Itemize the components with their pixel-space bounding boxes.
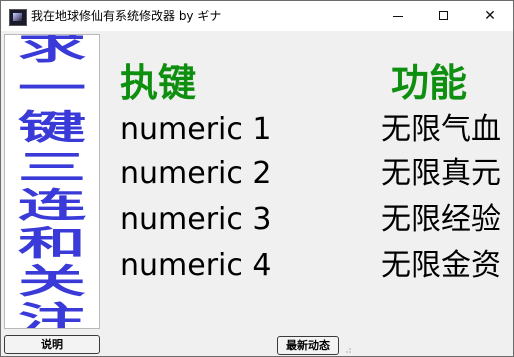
window-title: 我在地球修仙有系统修改器 by ギナ xyxy=(31,9,222,23)
hotkey-cell: numeric 4 xyxy=(120,248,272,283)
app-window: 我在地球修仙有系统修改器 by ギナ ✕ 求 一 键 三 连 和 关 注 执键 … xyxy=(0,0,514,357)
header-hotkey: 执键 xyxy=(120,61,197,105)
banner-char: 连 xyxy=(17,185,87,226)
app-icon xyxy=(9,9,27,26)
news-button[interactable]: 最新动态 xyxy=(277,336,339,355)
maximize-icon xyxy=(439,11,448,20)
function-cell: 无限经验 xyxy=(381,202,501,237)
maximize-button[interactable] xyxy=(421,1,467,31)
banner-char: 求 xyxy=(17,34,87,68)
minimize-button[interactable] xyxy=(375,1,421,31)
banner-char: 一 xyxy=(17,68,87,109)
resize-grip-icon[interactable] xyxy=(343,348,353,354)
banner-char: 注 xyxy=(17,299,87,329)
banner-char: 键 xyxy=(17,107,87,148)
banner-char: 三 xyxy=(17,147,87,188)
function-cell: 无限真元 xyxy=(381,156,501,191)
minimize-icon xyxy=(393,16,403,17)
close-button[interactable]: ✕ xyxy=(467,1,513,31)
banner-char: 关 xyxy=(17,261,87,302)
function-cell: 无限金资 xyxy=(381,248,501,283)
title-bar[interactable]: 我在地球修仙有系统修改器 by ギナ ✕ xyxy=(1,1,513,31)
header-function: 功能 xyxy=(391,61,468,105)
hotkey-cell: numeric 3 xyxy=(120,202,272,237)
promo-banner: 求 一 键 三 连 和 关 注 xyxy=(4,34,100,329)
hotkey-cell: numeric 2 xyxy=(120,156,272,191)
banner-char: 和 xyxy=(17,223,87,264)
close-icon: ✕ xyxy=(484,8,496,24)
help-button[interactable]: 说明 xyxy=(4,335,100,354)
hotkey-cell: numeric 1 xyxy=(120,112,272,147)
function-cell: 无限气血 xyxy=(381,112,501,147)
hotkey-table: 执键 功能 numeric 1 无限气血 numeric 2 无限真元 nume… xyxy=(101,34,513,334)
